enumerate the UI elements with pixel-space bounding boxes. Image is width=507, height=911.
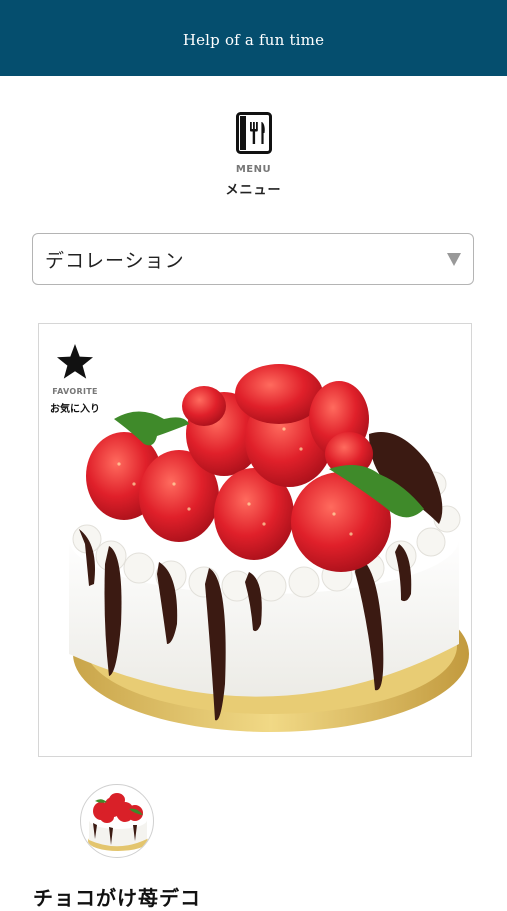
category-select-value: デコレーション bbox=[45, 249, 185, 272]
product-thumbnail[interactable] bbox=[80, 784, 154, 858]
category-select[interactable]: デコレーション bbox=[32, 233, 474, 285]
triangle-down-icon bbox=[447, 253, 461, 266]
product-image[interactable]: FAVORITE お気に入り bbox=[38, 323, 472, 757]
app-title: Help of a fun time bbox=[182, 31, 325, 49]
menu-section[interactable]: MENU メニュー bbox=[0, 112, 507, 198]
favorite-button[interactable]: FAVORITE お気に入り bbox=[45, 342, 105, 415]
menu-label-en: MENU bbox=[235, 164, 272, 175]
menu-label-ja: メニュー bbox=[225, 183, 282, 198]
product-name: チョコがけ苺デコ bbox=[33, 886, 201, 910]
star-icon bbox=[57, 344, 93, 379]
fork-knife-menu-icon[interactable] bbox=[235, 112, 272, 154]
app-header: Help of a fun time bbox=[0, 0, 507, 76]
cake-thumbnail-image bbox=[88, 793, 148, 851]
favorite-label-en: FAVORITE bbox=[52, 387, 98, 396]
favorite-label-ja: お気に入り bbox=[50, 404, 100, 415]
